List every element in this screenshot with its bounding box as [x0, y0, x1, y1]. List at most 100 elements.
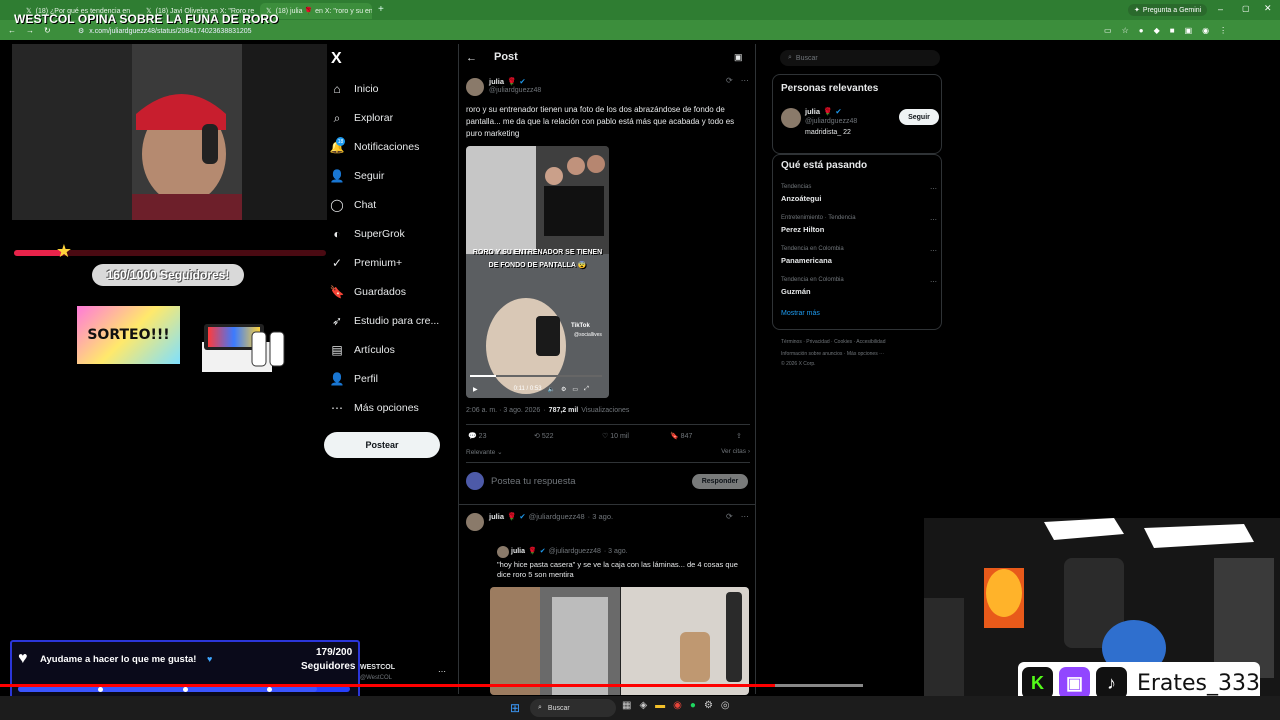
- author-avatar[interactable]: [466, 78, 484, 96]
- nav-item-art-culos[interactable]: ▤ Artículos: [330, 340, 395, 360]
- author-handle[interactable]: @juliardguezz48: [489, 87, 541, 94]
- taskbar-search[interactable]: ⌕ Buscar: [530, 699, 616, 717]
- nav-item-perfil[interactable]: 👤 Perfil: [330, 369, 378, 389]
- more-icon[interactable]: ⋯: [930, 278, 937, 286]
- sort-dropdown[interactable]: Relevante ⌄: [466, 448, 503, 456]
- reply-author-name[interactable]: julia: [489, 512, 504, 521]
- nav-item-supergrok[interactable]: ◐ SuperGrok: [330, 224, 405, 244]
- share-icon[interactable]: ⇪: [736, 432, 742, 440]
- nav-item-guardados[interactable]: 🔖 Guardados: [330, 282, 406, 302]
- nav-item-inicio[interactable]: ⌂ Inicio: [330, 79, 378, 99]
- reply-button[interactable]: Responder: [692, 474, 748, 489]
- quoted-author-handle[interactable]: @juliardguezz48: [549, 548, 601, 555]
- reload-icon[interactable]: ↻: [44, 26, 51, 35]
- extension-icon[interactable]: ■: [1170, 26, 1175, 35]
- obs-icon[interactable]: ◎: [721, 700, 730, 711]
- post-timestamp[interactable]: 2:06 a. m. · 3 ago. 2026: [466, 407, 540, 414]
- follow-button[interactable]: Seguir: [899, 109, 939, 125]
- reply-author-handle[interactable]: @juliardguezz48: [529, 512, 585, 521]
- bookmark-action[interactable]: 🔖 847: [670, 432, 736, 440]
- extension-icon[interactable]: ●: [1139, 26, 1144, 35]
- more-icon[interactable]: ⋯: [930, 216, 937, 224]
- search-input[interactable]: ⌕ Buscar: [780, 50, 940, 66]
- more-icon[interactable]: ⋯: [438, 667, 446, 676]
- nav-item-m-s-opciones[interactable]: ⋯ Más opciones: [330, 398, 419, 418]
- chrome-icon[interactable]: ◉: [673, 700, 682, 711]
- goal-unit: Seguidores: [301, 661, 356, 672]
- windows-start-icon[interactable]: ⊞: [510, 701, 520, 715]
- video-progress-fill: [470, 375, 497, 377]
- minimize-icon[interactable]: –: [1218, 4, 1223, 14]
- quoted-author-name[interactable]: julia: [511, 548, 525, 555]
- pip-icon[interactable]: ▭: [572, 386, 578, 393]
- trend-name[interactable]: Perez Hilton: [781, 225, 824, 234]
- nav-item-chat[interactable]: ◯ Chat: [330, 195, 376, 215]
- repost-action[interactable]: ⟲ 522: [534, 432, 602, 440]
- nav-item-explorar[interactable]: ⌕ Explorar: [330, 108, 393, 128]
- widgets-icon[interactable]: ▦: [622, 700, 631, 711]
- nav-item-seguir[interactable]: 👤 Seguir: [330, 166, 385, 186]
- person-handle[interactable]: @juliardguezz48: [805, 118, 857, 125]
- settings-icon[interactable]: ⚙: [561, 386, 566, 393]
- author-name[interactable]: julia: [489, 77, 504, 86]
- nav-item-premium[interactable]: ✓ Premium+: [330, 253, 402, 273]
- post-video[interactable]: [466, 146, 609, 398]
- reader-icon[interactable]: ▣: [734, 52, 743, 63]
- grok-icon[interactable]: ⟳: [726, 76, 733, 85]
- gemini-button[interactable]: ✦ Pregunta a Gemini: [1128, 4, 1208, 16]
- like-action[interactable]: ♡ 10 mil: [602, 432, 670, 440]
- back-arrow-icon[interactable]: ←: [466, 52, 477, 64]
- person-avatar[interactable]: [781, 108, 801, 128]
- new-tab-icon[interactable]: +: [378, 4, 384, 15]
- reply-action[interactable]: 💬 23: [468, 432, 534, 440]
- fullscreen-icon[interactable]: ⤢: [584, 386, 589, 393]
- maximize-icon[interactable]: ▢: [1242, 4, 1250, 13]
- more-icon[interactable]: ⋯: [930, 247, 937, 255]
- file-explorer-icon[interactable]: ▬: [655, 700, 665, 711]
- profile-icon[interactable]: ◉: [1202, 26, 1209, 35]
- person-name[interactable]: julia: [805, 107, 820, 116]
- nav-item-label: SuperGrok: [354, 228, 405, 240]
- quotes-link[interactable]: Ver citas ›: [721, 448, 750, 456]
- nav-item-estudio-para-cre[interactable]: ➶ Estudio para cre...: [330, 311, 439, 331]
- reply-input[interactable]: Postea tu respuesta: [491, 476, 576, 487]
- more-icon[interactable]: ⋯: [930, 185, 937, 193]
- video-progress-track[interactable]: [470, 375, 602, 377]
- grok-icon[interactable]: ⟳: [726, 512, 733, 521]
- extensions-puzzle-icon[interactable]: ▣: [1185, 26, 1193, 35]
- relevant-title: Personas relevantes: [781, 83, 879, 94]
- extension-icon[interactable]: ◆: [1154, 26, 1160, 35]
- quoted-images[interactable]: [490, 587, 749, 695]
- trend-name[interactable]: Panamericana: [781, 256, 832, 265]
- more-icon[interactable]: ⋯: [741, 76, 749, 85]
- views-label: Visualizaciones: [581, 407, 630, 414]
- address-bar[interactable]: ⚙ x.com/juliardguezz48/status/20841740236…: [60, 24, 1080, 38]
- trend-name[interactable]: Guzmán: [781, 287, 811, 296]
- close-icon[interactable]: ✕: [1264, 3, 1272, 14]
- spotify-icon[interactable]: ●: [690, 700, 696, 711]
- trend-name[interactable]: Anzoátegui: [781, 194, 821, 203]
- footer-links-2[interactable]: Información sobre anuncios · Más opcione…: [781, 351, 884, 357]
- x-logo-icon[interactable]: X: [331, 50, 342, 68]
- copilot-icon[interactable]: ◈: [639, 700, 647, 711]
- cast-icon[interactable]: ▭: [1104, 26, 1112, 35]
- settings-icon[interactable]: ⚙: [704, 700, 713, 711]
- reply-avatar[interactable]: [466, 513, 484, 531]
- bookmark-star-icon[interactable]: ☆: [1122, 26, 1129, 35]
- show-more-link[interactable]: Mostrar más: [781, 310, 820, 317]
- search-placeholder: Buscar: [795, 54, 818, 62]
- post-button[interactable]: Postear: [324, 432, 440, 458]
- trends-title: Qué está pasando: [781, 160, 868, 171]
- footer-links[interactable]: Términos · Privacidad · Cookies · Accesi…: [781, 339, 885, 345]
- search-icon: ⌕: [538, 704, 542, 711]
- back-icon[interactable]: ←: [8, 26, 16, 35]
- forward-icon[interactable]: →: [26, 26, 34, 35]
- more-icon[interactable]: ⋯: [741, 512, 749, 521]
- chevron-right-icon: ›: [747, 448, 750, 455]
- play-icon[interactable]: ▶: [473, 386, 478, 393]
- bookmark-icon: 🔖: [329, 285, 345, 299]
- volume-icon[interactable]: 🔈: [548, 386, 555, 393]
- player-progress-played[interactable]: [0, 684, 775, 687]
- menu-icon[interactable]: ⋮: [1219, 26, 1227, 35]
- heart-icon: ♡: [602, 433, 609, 440]
